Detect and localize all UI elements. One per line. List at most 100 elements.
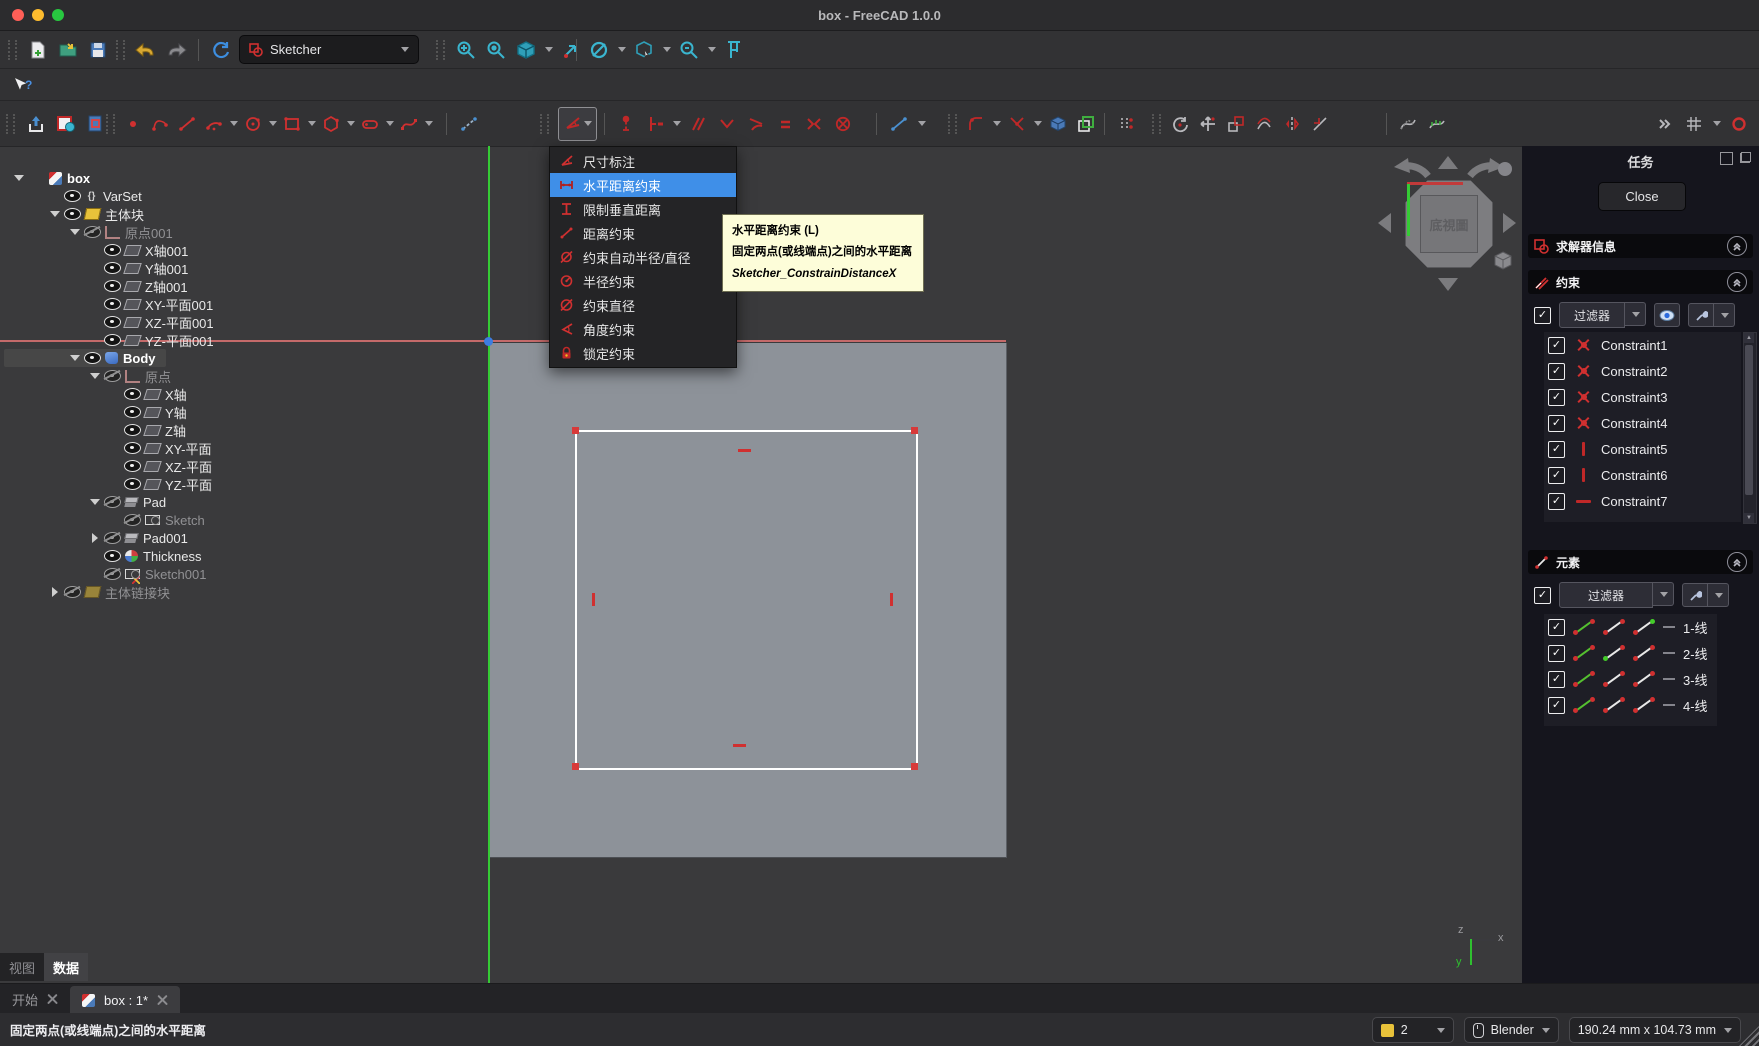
tree-item-xzplane[interactable]: XZ-平面 xyxy=(4,457,214,475)
workbench-selector[interactable]: Sketcher xyxy=(239,35,419,64)
visibility-eye-icon[interactable] xyxy=(104,568,121,580)
layer-selector[interactable]: 2 xyxy=(1372,1017,1454,1043)
tree-item-body[interactable]: Body xyxy=(4,349,166,367)
tree-item-xaxis[interactable]: X轴 xyxy=(4,385,214,403)
constraint-checkbox[interactable]: ✓ xyxy=(1548,467,1565,484)
solver-messages-section[interactable]: 求解器信息 xyxy=(1528,234,1753,258)
chevron-down-icon[interactable] xyxy=(308,121,316,126)
leave-sketch-icon[interactable] xyxy=(24,110,48,138)
constraint-row[interactable]: ✓Constraint5 xyxy=(1544,436,1741,462)
scroll-down-icon[interactable]: ▼ xyxy=(1744,513,1754,523)
carbon-copy-icon[interactable] xyxy=(1074,110,1098,138)
constraints-section[interactable]: 约束 xyxy=(1528,270,1753,294)
new-document-button[interactable] xyxy=(26,36,50,64)
chevron-down-icon[interactable] xyxy=(230,121,238,126)
nav-mini-cube[interactable] xyxy=(1492,250,1514,272)
sketch-vertex[interactable] xyxy=(572,763,579,770)
constraint-row[interactable]: ✓Constraint6 xyxy=(1544,462,1741,488)
rotate-left-arrow[interactable] xyxy=(1392,158,1432,184)
constraint-row[interactable]: ✓Constraint7 xyxy=(1544,488,1741,514)
constraint-checkbox[interactable]: ✓ xyxy=(1548,493,1565,510)
close-tab-icon[interactable] xyxy=(47,994,58,1005)
chevron-down-icon[interactable] xyxy=(386,121,394,126)
constrain-perpendicular-icon[interactable] xyxy=(715,110,739,138)
visibility-eye-icon[interactable] xyxy=(104,532,121,544)
dimension-display-selector[interactable]: 190.24 mm x 104.73 mm xyxy=(1569,1017,1741,1043)
menu-item-angle[interactable]: 角度约束 xyxy=(550,317,736,341)
chevron-down-icon[interactable] xyxy=(673,121,681,126)
scroll-up-icon[interactable]: ▲ xyxy=(1744,333,1754,343)
tree-item-pad001[interactable]: Pad001 xyxy=(4,529,214,547)
box-selection-icon[interactable] xyxy=(632,36,656,64)
expand-arrow[interactable] xyxy=(48,209,62,219)
scale-tool-icon[interactable] xyxy=(1224,110,1248,138)
tree-item-yzplane[interactable]: YZ-平面 xyxy=(4,475,214,493)
tree-item-pad[interactable]: Pad xyxy=(4,493,214,511)
chevron-down-icon[interactable] xyxy=(618,47,626,52)
toolbar-overflow-icon[interactable] xyxy=(1652,110,1676,138)
constrain-equal-icon[interactable] xyxy=(773,110,797,138)
expand-arrow[interactable] xyxy=(88,497,102,507)
rotate-tool-icon[interactable] xyxy=(1168,110,1192,138)
sketch-vertex[interactable] xyxy=(911,427,918,434)
tab-data[interactable]: 数据 xyxy=(44,953,88,981)
elements-filter-checkbox[interactable]: ✓ xyxy=(1534,587,1551,604)
visibility-eye-icon[interactable] xyxy=(104,370,121,382)
sketch-rectangle[interactable] xyxy=(575,430,918,770)
element-row[interactable]: ✓3-线 xyxy=(1544,666,1717,692)
nav-cube-face[interactable]: 底視圖 xyxy=(1420,195,1478,253)
constrain-horizontal-vertical-icon[interactable] xyxy=(643,110,667,138)
visibility-eye-icon[interactable] xyxy=(104,550,121,562)
toggle-driving-constraint-icon[interactable] xyxy=(887,110,911,138)
undo-icon[interactable] xyxy=(134,36,158,64)
menu-item-horizontal-distance[interactable]: 水平距离约束 xyxy=(550,173,736,197)
chevron-down-icon[interactable] xyxy=(269,121,277,126)
nav-down-arrow[interactable] xyxy=(1438,278,1458,291)
visibility-eye-icon[interactable] xyxy=(104,298,121,310)
element-row[interactable]: ✓2-线 xyxy=(1544,640,1717,666)
open-document-button[interactable] xyxy=(56,36,80,64)
constraint-checkbox[interactable]: ✓ xyxy=(1548,415,1565,432)
nav-sphere[interactable] xyxy=(1498,162,1512,176)
constrain-tangent-icon[interactable] xyxy=(744,110,768,138)
constrain-coincident-icon[interactable] xyxy=(614,110,638,138)
tree-item-yaxis001[interactable]: Y轴001 xyxy=(4,259,214,277)
grid-toggle-icon[interactable] xyxy=(1682,110,1706,138)
zoom-tool-icon[interactable] xyxy=(677,36,701,64)
float-window-icon[interactable] xyxy=(1740,152,1751,163)
visibility-eye-icon[interactable] xyxy=(124,424,141,436)
create-line-icon[interactable] xyxy=(175,110,199,138)
nav-left-arrow[interactable] xyxy=(1378,213,1391,233)
tree-item-origin[interactable]: 原点 xyxy=(4,367,214,385)
elements-section[interactable]: 元素 xyxy=(1528,550,1753,574)
constrain-symmetric-icon[interactable] xyxy=(802,110,826,138)
sketch-y-axis[interactable] xyxy=(488,146,490,983)
visibility-eye-icon[interactable] xyxy=(104,334,121,346)
chevron-down-icon[interactable] xyxy=(993,121,1001,126)
create-arc-icon[interactable] xyxy=(202,110,226,138)
tree-item-zaxis[interactable]: Z轴 xyxy=(4,421,214,439)
element-checkbox[interactable]: ✓ xyxy=(1548,697,1565,714)
fillet-icon[interactable] xyxy=(964,110,988,138)
refresh-icon[interactable] xyxy=(209,36,233,64)
element-row[interactable]: ✓1-线 xyxy=(1544,614,1717,640)
tree-item-zaxis001[interactable]: Z轴001 xyxy=(4,277,214,295)
chevron-down-icon[interactable] xyxy=(663,47,671,52)
translate-tool-icon[interactable] xyxy=(1196,110,1220,138)
constraint-checkbox[interactable]: ✓ xyxy=(1548,337,1565,354)
fit-all-icon[interactable] xyxy=(454,36,478,64)
visibility-eye-icon[interactable] xyxy=(124,514,141,526)
chevron-down-icon[interactable] xyxy=(1034,121,1042,126)
menu-item-lock[interactable]: 锁定约束 xyxy=(550,341,736,365)
element-checkbox[interactable]: ✓ xyxy=(1548,645,1565,662)
collapse-chevron-icon[interactable] xyxy=(1727,552,1747,572)
visibility-eye-icon[interactable] xyxy=(64,586,81,598)
sketch-origin-point[interactable] xyxy=(484,337,493,346)
visibility-eye-icon[interactable] xyxy=(124,442,141,454)
tab-view[interactable]: 视图 xyxy=(0,953,44,981)
redo-icon[interactable] xyxy=(164,36,188,64)
chevron-down-icon[interactable] xyxy=(1713,121,1721,126)
tree-item-xyplane001[interactable]: XY-平面001 xyxy=(4,295,214,313)
remove-axes-alignment-icon[interactable] xyxy=(1308,110,1332,138)
constraints-scrollbar[interactable]: ▲ ▼ xyxy=(1743,332,1757,524)
